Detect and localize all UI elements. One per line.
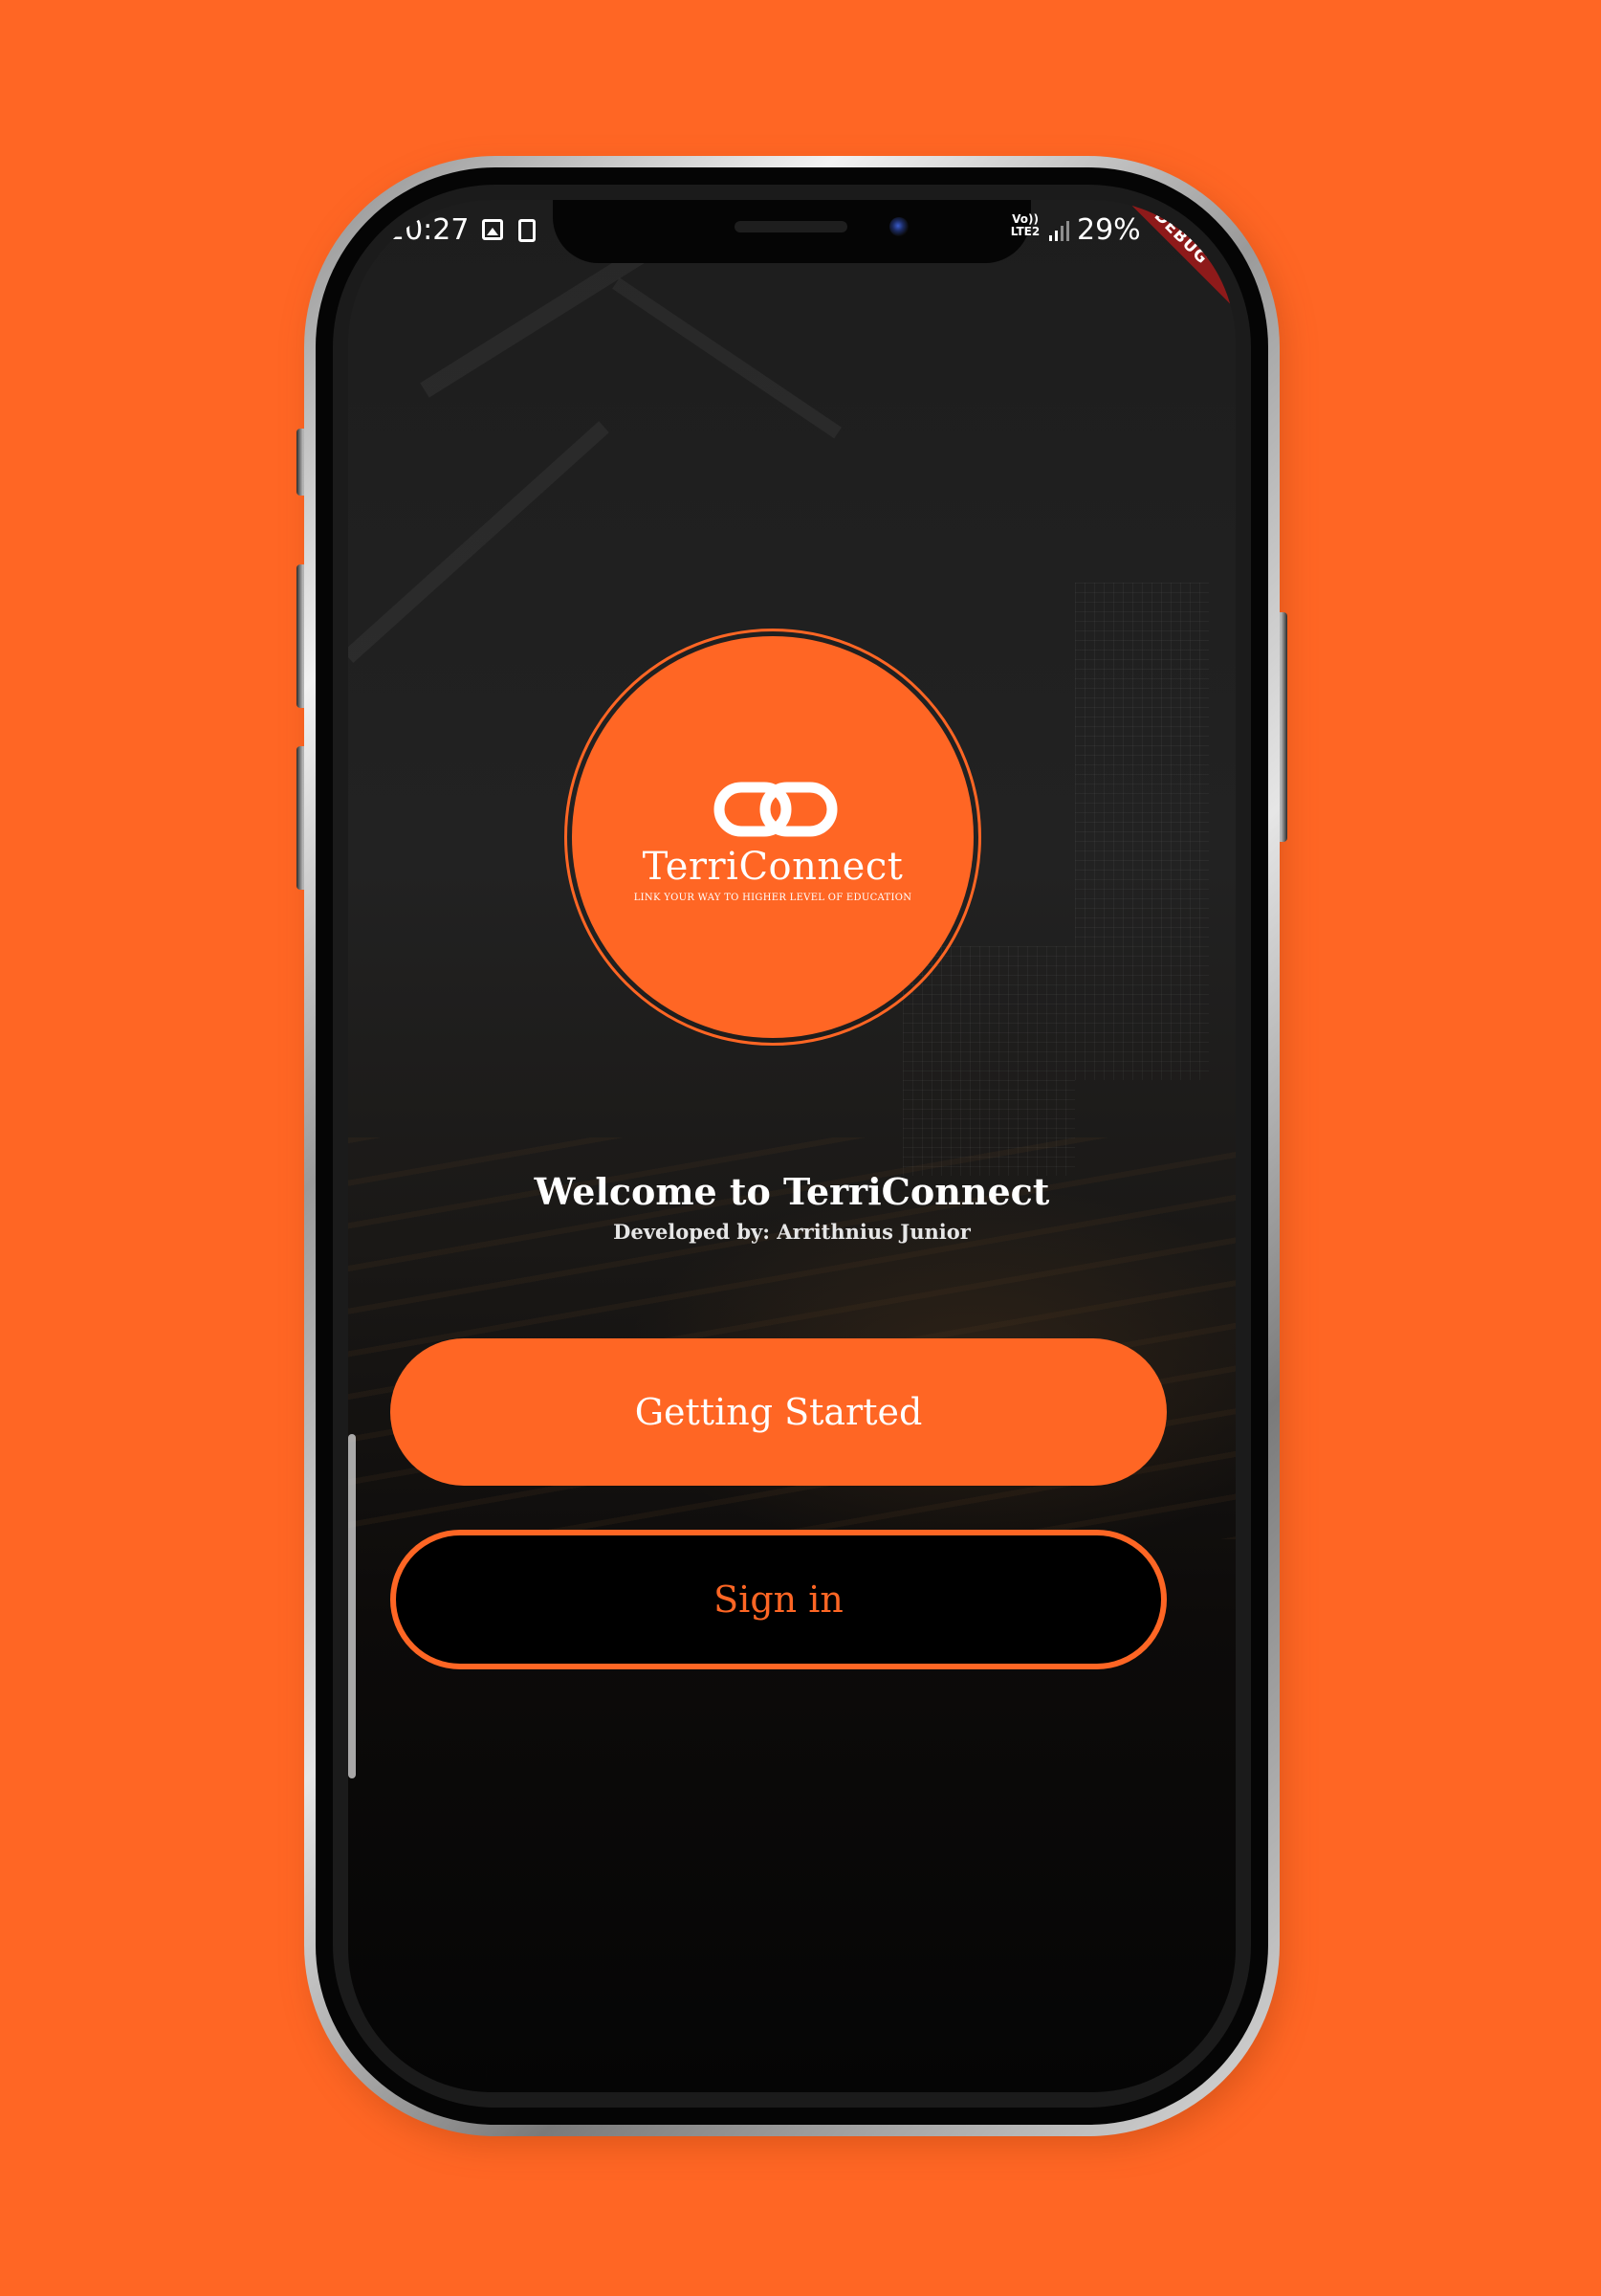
phone-bezel: 20:27 Vo)) LTE2 29% DEBUG TerriConnect L… bbox=[316, 167, 1268, 2125]
chain-link-icon bbox=[713, 782, 838, 837]
logo-circle: TerriConnect LINK YOUR WAY TO HIGHER LEV… bbox=[572, 636, 974, 1038]
logo-tagline: LINK YOUR WAY TO HIGHER LEVEL OF EDUCATI… bbox=[633, 893, 912, 903]
background-beam bbox=[612, 277, 843, 439]
edge-panel-handle[interactable] bbox=[348, 1434, 356, 1778]
phone-frame: 20:27 Vo)) LTE2 29% DEBUG TerriConnect L… bbox=[304, 156, 1280, 2136]
phone-inner-ring: 20:27 Vo)) LTE2 29% DEBUG TerriConnect L… bbox=[333, 185, 1251, 2108]
developer-credit: Developed by: Arrithnius Junior bbox=[613, 1220, 971, 1244]
signal-icon bbox=[1049, 221, 1069, 241]
sign-in-button[interactable]: Sign in bbox=[390, 1530, 1167, 1669]
getting-started-button[interactable]: Getting Started bbox=[390, 1338, 1167, 1486]
network-type-label: Vo)) LTE2 bbox=[1010, 212, 1041, 238]
gallery-icon bbox=[482, 219, 503, 240]
welcome-title: Welcome to TerriConnect bbox=[534, 1170, 1050, 1213]
status-time: 20:27 bbox=[386, 213, 470, 247]
background-beam bbox=[348, 421, 609, 663]
sim-card-icon bbox=[518, 219, 536, 242]
logo-ring: TerriConnect LINK YOUR WAY TO HIGHER LEV… bbox=[564, 629, 981, 1046]
background-grid-panel bbox=[1075, 583, 1209, 1080]
app-screen: 20:27 Vo)) LTE2 29% DEBUG TerriConnect L… bbox=[348, 200, 1236, 2092]
battery-level: 29% bbox=[1077, 213, 1141, 247]
status-bar: 20:27 Vo)) LTE2 29% bbox=[348, 200, 1236, 257]
logo-title: TerriConnect bbox=[642, 845, 904, 889]
